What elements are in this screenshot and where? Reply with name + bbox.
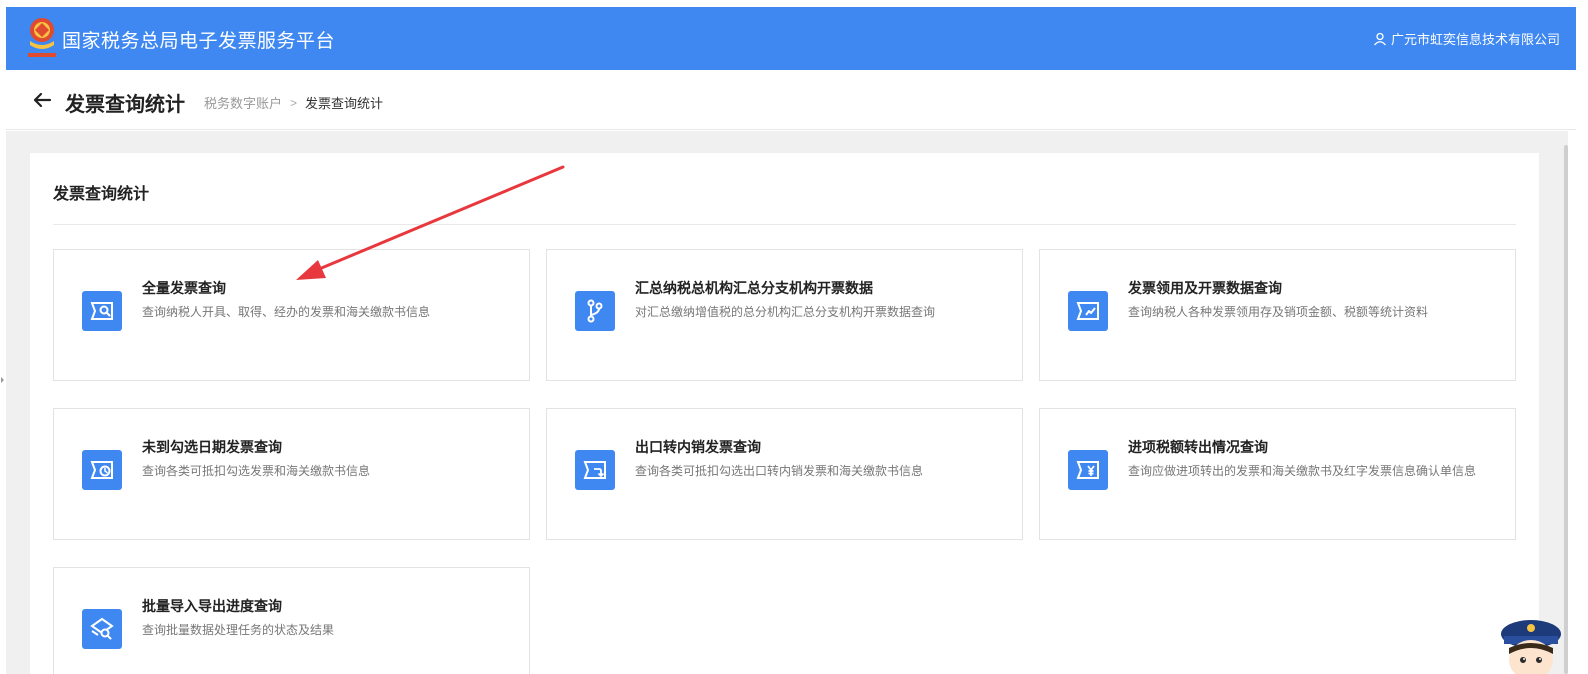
card-title: 批量导入导出进度查询 [142,598,282,614]
card-export-to-domestic-query[interactable]: 出口转内销发票查询 查询各类可抵扣勾选出口转内销发票和海关缴款书信息 [546,408,1023,540]
card-invoice-usage-query[interactable]: 发票领用及开票数据查询 查询纳税人各种发票领用存及销项金额、税额等统计资料 [1039,249,1516,381]
card-description: 查询各类可抵扣勾选发票和海关缴款书信息 [142,464,371,478]
batch-progress-icon [90,617,114,640]
collapse-handle-icon[interactable] [0,374,6,386]
invoice-return-icon [583,461,606,479]
card-title: 进项税额转出情况查询 [1128,439,1268,455]
card-title: 未到勾选日期发票查询 [142,439,282,455]
assistant-mascot-icon[interactable] [1498,614,1564,674]
top-bar: 国家税务总局电子发票服务平台 广元市虹奕信息技术有限公司 [6,7,1576,70]
invoice-trend-icon [1076,302,1099,320]
page-title: 发票查询统计 [65,94,185,116]
card-description: 查询纳税人开具、取得、经办的发票和海关缴款书信息 [142,305,431,319]
card-batch-progress-query[interactable]: 批量导入导出进度查询 查询批量数据处理任务的状态及结果 [53,567,530,674]
card-title: 发票领用及开票数据查询 [1128,280,1282,296]
card-pending-select-query[interactable]: 未到勾选日期发票查询 查询各类可抵扣勾选发票和海关缴款书信息 [53,408,530,540]
card-description: 查询各类可抵扣勾选出口转内销发票和海关缴款书信息 [635,464,924,478]
breadcrumb-item-tax-account[interactable]: 税务数字账户 [204,93,282,112]
breadcrumb-separator: > [290,95,298,110]
card-description: 对汇总缴纳增值税的总分机构汇总分支机构开票数据查询 [635,305,936,319]
invoice-clock-icon [90,461,113,479]
tax-emblem-icon [28,18,56,57]
card-title: 全量发票查询 [142,280,226,296]
back-arrow-icon[interactable] [30,88,54,112]
panel-title: 发票查询统计 [53,186,150,203]
card-description: 查询应做进项转出的发票和海关缴款书及红字发票信息确认单信息 [1128,464,1477,478]
user-icon [1373,32,1386,45]
full-invoice-query-icon [90,302,113,320]
card-description: 查询批量数据处理任务的状态及结果 [142,623,335,637]
card-branch-summary[interactable]: 汇总纳税总机构汇总分支机构开票数据 对汇总缴纳增值税的总分机构汇总分支机构开票数… [546,249,1023,381]
main-panel: 发票查询统计 全量发票查询 查询纳税人开具、取得、经办的发票和海关缴款书信息 汇… [30,153,1539,674]
breadcrumb: 税务数字账户 > 发票查询统计 [204,93,383,112]
page-header: 发票查询统计 税务数字账户 > 发票查询统计 [6,70,1576,130]
card-title: 出口转内销发票查询 [635,439,761,455]
card-title: 汇总纳税总机构汇总分支机构开票数据 [635,280,873,296]
breadcrumb-item-current: 发票查询统计 [305,96,384,111]
card-description: 查询纳税人各种发票领用存及销项金额、税额等统计资料 [1128,305,1429,319]
invoice-yen-icon [1076,461,1099,479]
card-full-invoice-query[interactable]: 全量发票查询 查询纳税人开具、取得、经办的发票和海关缴款书信息 [53,249,530,381]
panel-divider [53,224,1516,225]
site-title: 国家税务总局电子发票服务平台 [62,31,336,52]
user-name: 广元市虹奕信息技术有限公司 [1390,32,1560,47]
branch-merge-icon [587,299,603,323]
user-account[interactable]: 广元市虹奕信息技术有限公司 [1373,29,1560,48]
card-input-tax-transfer-query[interactable]: 进项税额转出情况查询 查询应做进项转出的发票和海关缴款书及红字发票信息确认单信息 [1039,408,1516,540]
scrollbar[interactable] [1564,145,1568,674]
